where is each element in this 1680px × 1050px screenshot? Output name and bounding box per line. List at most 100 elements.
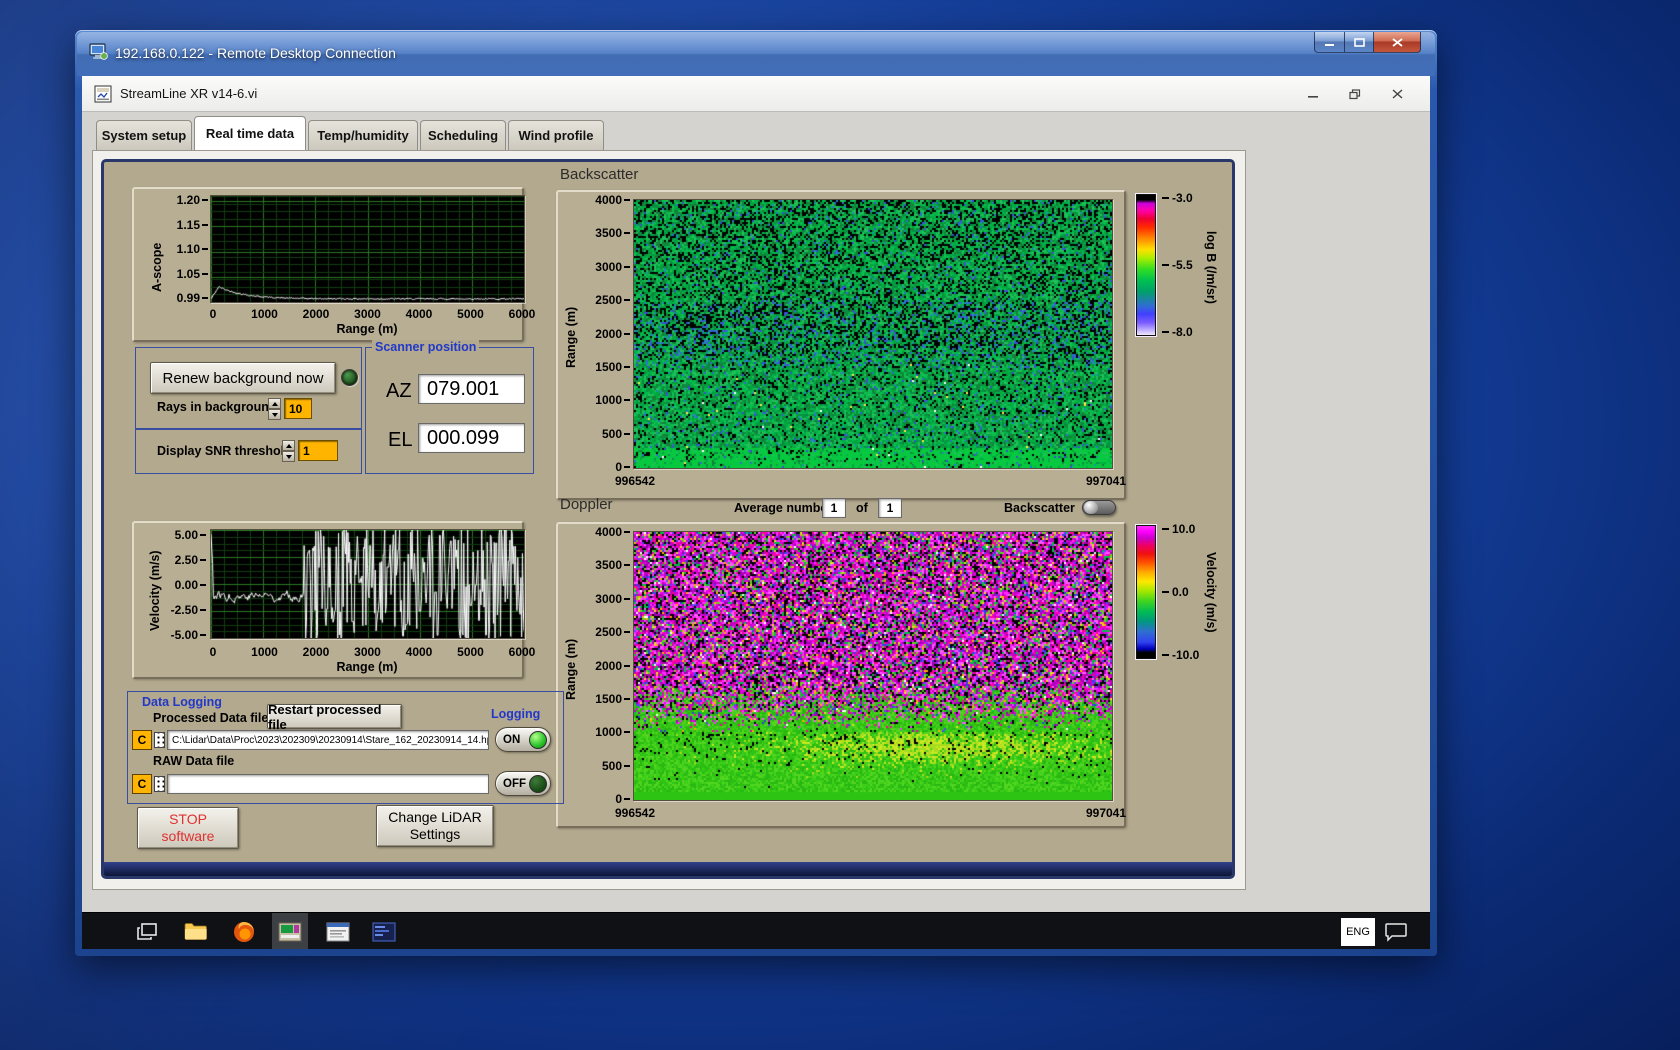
tab-wind-profile[interactable]: Wind profile <box>508 120 604 150</box>
tick-label: 2000 <box>595 327 630 341</box>
snr-threshold-frame: Display SNR threshold 1 <box>135 429 362 474</box>
restart-processed-file-button[interactable]: Restart processed file <box>267 702 402 732</box>
velocity-plot <box>210 529 525 639</box>
remote-desktop-icon <box>89 43 109 66</box>
velocity-y-ticks: 5.00 2.50 0.00 -2.50 -5.00 <box>166 528 206 642</box>
ascope-y-axis-label: A-scope <box>150 242 164 292</box>
backscatter-plot <box>633 199 1113 469</box>
app-restore-button[interactable] <box>1342 84 1368 104</box>
language-indicator[interactable]: ENG <box>1341 918 1375 946</box>
az-label: AZ <box>386 380 412 402</box>
tick-label: 4000 <box>595 193 630 207</box>
processed-path-field[interactable]: C:\Lidar\Data\Proc\2023\202309\20230914\… <box>167 730 489 750</box>
tab-temp-humidity[interactable]: Temp/humidity <box>308 120 418 150</box>
app-close-button[interactable] <box>1384 84 1410 104</box>
snr-stepper[interactable] <box>282 440 295 462</box>
change-lidar-settings-button[interactable]: Change LiDAR Settings <box>376 805 494 847</box>
tick-label: 0 <box>615 460 630 474</box>
average-number-field[interactable]: 1 <box>822 498 846 518</box>
backscatter-colorbar-label: log B (/m/sr) <box>1204 230 1218 304</box>
tick-label: 1000 <box>595 393 630 407</box>
task-view-icon[interactable] <box>130 913 166 949</box>
tick-label: 1.20 <box>177 193 208 207</box>
el-value-field: 000.099 <box>418 423 525 453</box>
file-explorer-icon[interactable] <box>178 913 214 949</box>
rdp-maximize-button[interactable] <box>1345 32 1374 53</box>
data-logging-frame: Data Logging Processed Data file Restart… <box>127 691 564 804</box>
backscatter-colorbar <box>1136 194 1156 336</box>
change-button-line2: Settings <box>409 826 461 842</box>
app-minimize-button[interactable] <box>1300 84 1326 104</box>
processed-logging-toggle[interactable]: ON <box>495 727 551 752</box>
tick-label: 500 <box>602 427 630 441</box>
snr-value-field[interactable]: 1 <box>298 440 338 461</box>
rays-stepper[interactable] <box>268 398 281 420</box>
rdp-client-area: StreamLine XR v14-6.vi System setup Real… <box>82 76 1430 949</box>
velocity-plot-canvas <box>211 530 524 638</box>
remote-taskbar: ENG <box>82 912 1430 949</box>
backscatter-display-toggle[interactable] <box>1082 500 1116 515</box>
average-count-field[interactable]: 1 <box>878 498 902 518</box>
doppler-plot <box>633 531 1113 801</box>
tick-label: 10.0 <box>1162 522 1195 536</box>
rdp-window: 192.168.0.122 - Remote Desktop Connectio… <box>75 30 1437 956</box>
tick-label: -2.50 <box>171 603 206 617</box>
tick-label: 2000 <box>302 645 330 659</box>
doppler-group: Range (m) 4000 3500 3000 2500 2000 1500 1000 50… <box>556 522 1126 828</box>
change-button-line1: Change LiDAR <box>388 809 482 825</box>
stop-button-line1: STOP <box>169 811 207 827</box>
streamline-app-icon[interactable] <box>272 913 308 949</box>
raw-logging-toggle[interactable]: OFF <box>495 771 551 796</box>
streamline-window-title: StreamLine XR v14-6.vi <box>120 86 258 101</box>
rdp-titlebar[interactable]: 192.168.0.122 - Remote Desktop Connectio… <box>75 30 1437 76</box>
terminal-window-icon[interactable] <box>366 913 402 949</box>
rdp-minimize-button[interactable] <box>1314 32 1345 53</box>
firefox-icon[interactable] <box>226 913 262 949</box>
backscatter-toggle-label: Backscatter <box>1004 501 1075 515</box>
rdp-window-title: 192.168.0.122 - Remote Desktop Connectio… <box>115 45 396 61</box>
processed-drive-box[interactable]: C <box>132 730 152 750</box>
raw-drive-box[interactable]: C <box>132 774 152 794</box>
ascope-plot-canvas <box>211 196 524 302</box>
renew-background-button[interactable]: Renew background now <box>150 362 336 394</box>
tick-label: 3000 <box>595 260 630 274</box>
main-panel: A-scope 1.20 1.15 1.10 1.05 0.99 0 1000 2000 30… <box>101 159 1235 879</box>
tick-label: 1500 <box>595 692 630 706</box>
tick-label: -3.0 <box>1162 191 1193 205</box>
tab-system-setup[interactable]: System setup <box>96 120 192 150</box>
doppler-heatmap-canvas <box>634 532 1112 800</box>
raw-path-field[interactable] <box>167 774 489 794</box>
tick-label: 1.15 <box>177 218 208 232</box>
scanner-position-frame: Scanner position AZ 079.001 EL 000.099 <box>365 340 534 474</box>
scan-scheduler-icon[interactable] <box>320 913 356 949</box>
of-label: of <box>856 501 868 515</box>
labview-vi-icon <box>94 85 112 108</box>
tick-label: -10.0 <box>1162 648 1199 662</box>
velocity-x-axis-label: Range (m) <box>336 660 398 674</box>
doppler-section-title: Doppler <box>560 496 613 513</box>
processed-browse-icon[interactable] <box>154 732 165 748</box>
tick-label: 5.00 <box>175 528 206 542</box>
velocity-x-ticks: 0 1000 2000 3000 4000 5000 6000 <box>191 645 544 659</box>
el-label: EL <box>388 429 413 451</box>
notification-bubble-icon[interactable] <box>1378 913 1414 949</box>
doppler-colorbar <box>1136 525 1156 659</box>
streamline-titlebar[interactable]: StreamLine XR v14-6.vi <box>82 76 1430 112</box>
doppler-x-start: 996542 <box>614 806 656 820</box>
raw-browse-icon[interactable] <box>154 776 165 792</box>
tick-label: 0 <box>209 307 217 321</box>
tick-label: -5.00 <box>171 628 206 642</box>
raw-data-file-label: RAW Data file <box>153 754 235 768</box>
data-logging-title: Data Logging <box>142 695 222 709</box>
tick-label: 1000 <box>251 645 278 659</box>
ascope-x-axis-label: Range (m) <box>336 322 398 336</box>
tick-label: -8.0 <box>1162 325 1193 339</box>
rdp-close-button[interactable] <box>1374 32 1421 53</box>
tick-label: 5000 <box>457 645 484 659</box>
rays-value-field[interactable]: 10 <box>284 398 312 419</box>
tick-label: 4000 <box>595 525 630 539</box>
tab-scheduling[interactable]: Scheduling <box>420 120 506 150</box>
stop-software-button[interactable]: STOP software <box>137 807 239 849</box>
tab-real-time-data[interactable]: Real time data <box>194 116 306 150</box>
tick-label: 6000 <box>508 307 536 321</box>
